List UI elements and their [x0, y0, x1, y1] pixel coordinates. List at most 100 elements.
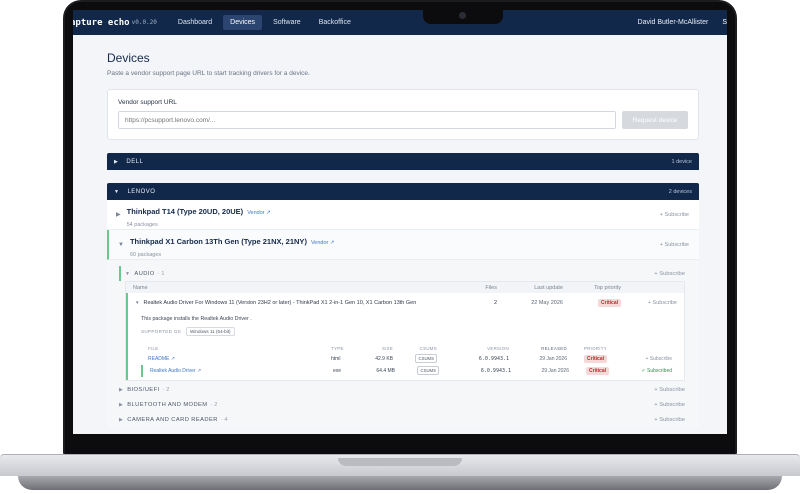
category-name: BIOS/UEFI [127, 386, 160, 393]
chevron-right-icon: ▶ [119, 401, 124, 408]
category-count: · 1 [157, 270, 165, 277]
file-row: README ↗ html 42.9 KB CSUMS 6.0.9943.1 2… [141, 353, 672, 365]
chevron-down-icon: ▼ [114, 188, 120, 195]
chevron-down-icon: ▼ [125, 270, 131, 277]
subscribe-button[interactable]: + Subscribe [660, 242, 689, 248]
chevron-right-icon: ▶ [114, 158, 119, 165]
category-bios-uefi[interactable]: ▶ BIOS/UEFI · 2 + Subscribe [119, 382, 685, 397]
file-link[interactable]: README ↗ [141, 356, 331, 362]
user-menu-fragment[interactable]: S [722, 19, 727, 26]
vendor-link[interactable]: Vendor ↗ [247, 210, 271, 216]
category-name: AUDIO [134, 270, 155, 277]
file-table-header: FILE TYPE SIZE CSUMS VERSION RELEASED PR… [141, 344, 672, 353]
file-size: 42.9 KB [375, 356, 393, 362]
file-header-size: SIZE [382, 346, 393, 351]
file-size: 64.4 MB [376, 368, 395, 374]
file-version: 6.0.9943.1 [478, 356, 509, 362]
package-count: 60 packages [129, 252, 162, 258]
header-files[interactable]: Files [467, 285, 497, 291]
subscribe-button[interactable]: + Subscribe [654, 402, 685, 408]
model-name: Thinkpad X1 Carbon 13Th Gen (Type 21NX, … [129, 237, 307, 246]
subscribe-button[interactable]: + Subscribe [607, 356, 672, 362]
nav-dashboard[interactable]: Dashboard [171, 15, 219, 30]
checksums-button[interactable]: CSUMS [417, 366, 439, 375]
package-count: 54 packages [126, 222, 158, 228]
chevron-right-icon: ▶ [116, 212, 121, 218]
chevron-down-icon: ▼ [135, 300, 140, 305]
vendor-group-dell[interactable]: ▶ DELL 1 device [107, 153, 699, 170]
category-name: CAMERA AND CARD READER [127, 416, 218, 423]
checksums-button[interactable]: CSUMS [415, 354, 437, 363]
file-row: Realtek Audio Driver ↗ exe 64.4 MB CSUMS… [141, 365, 672, 377]
chevron-right-icon: ▶ [119, 386, 124, 393]
chevron-down-icon: ▼ [118, 241, 124, 248]
laptop-base-bottom [18, 476, 782, 490]
category-count: · 4 [220, 416, 228, 423]
vendor-device-count: 2 devices [668, 188, 692, 195]
request-device-button[interactable]: Request device [622, 111, 688, 129]
camera-icon [459, 12, 466, 19]
header-last-update[interactable]: Last update [497, 285, 563, 291]
package-row[interactable]: ▼ Realtek Audio Driver For Windows 11 (V… [126, 293, 684, 312]
subscribe-button[interactable]: + Subscribe [654, 417, 685, 423]
top-navigation: apture echo v0.0.20 Dashboard Devices So… [73, 10, 727, 35]
category-name: BLUETOOTH AND MODEM [127, 401, 208, 408]
nav-software[interactable]: Software [266, 15, 308, 30]
supported-os: SUPPORTED OS Windows 11 (64-bit) [141, 327, 672, 336]
vendor-group-lenovo[interactable]: ▼ LENOVO 2 devices [107, 183, 699, 200]
subscribe-button[interactable]: + Subscribe [654, 387, 685, 393]
package-name: Realtek Audio Driver For Windows 11 (Ver… [143, 299, 417, 306]
file-header-released: RELEASED [541, 346, 567, 351]
header-priority[interactable]: Top priority [563, 285, 621, 291]
vendor-name: LENOVO [127, 188, 156, 195]
file-released: 29 Jan 2026 [541, 368, 569, 374]
main-content: Devices Paste a vendor support page URL … [73, 35, 727, 427]
category-count: · 2 [162, 386, 170, 393]
vendor-name: DELL [126, 158, 144, 165]
file-version: 6.0.9943.1 [480, 368, 511, 374]
file-type: exe [333, 368, 342, 374]
app-version: v0.0.20 [131, 19, 157, 26]
laptop-base-top [0, 454, 800, 476]
camera-notch [423, 10, 503, 24]
subscribe-button[interactable]: + Subscribe [654, 271, 685, 277]
file-header-csums: CSUMS [419, 346, 437, 351]
nav-backoffice[interactable]: Backoffice [312, 15, 358, 30]
priority-badge: Critical [598, 298, 621, 307]
package-table-header: Name Files Last update Top priority [126, 282, 684, 293]
vendor-url-label: Vendor support URL [118, 99, 177, 106]
file-link[interactable]: Realtek Audio Driver ↗ [143, 368, 333, 374]
model-name: Thinkpad T14 (Type 20UD, 20UE) [126, 207, 244, 216]
category-list: ▶ BIOS/UEFI · 2 + Subscribe ▶ BLUETOOTH … [119, 381, 685, 427]
category-count: · 2 [210, 401, 218, 408]
screen: apture echo v0.0.20 Dashboard Devices So… [73, 10, 727, 434]
os-chip: Windows 11 (64-bit) [186, 327, 235, 336]
user-name[interactable]: David Butler-McAllister [638, 19, 709, 26]
nav-devices[interactable]: Devices [223, 15, 263, 30]
file-header-priority: PRIORITY [583, 346, 607, 351]
package-last-update: 22 May 2026 [531, 299, 563, 306]
header-name[interactable]: Name [133, 285, 467, 291]
category-camera-card-reader[interactable]: ▶ CAMERA AND CARD READER · 4 + Subscribe [119, 412, 685, 427]
vendor-url-input[interactable] [118, 111, 616, 129]
laptop-base-notch [338, 458, 462, 466]
package-table: Name Files Last update Top priority ▼ Re… [125, 281, 685, 381]
vendor-url-card: Vendor support URL Request device [107, 89, 699, 140]
priority-badge: Critical [584, 355, 607, 363]
file-header-version: VERSION [487, 346, 509, 351]
app-brand[interactable]: apture echo [73, 18, 130, 28]
model-row[interactable]: ▶ Thinkpad T14 (Type 20UD, 20UE) Vendor ↗… [107, 200, 699, 230]
subscribe-button[interactable]: + Subscribe [621, 300, 677, 306]
package-file-count: 2 [493, 299, 497, 306]
vendor-device-count: 1 device [671, 158, 693, 165]
file-header-file: FILE [148, 346, 159, 351]
page-title: Devices [107, 51, 150, 65]
subscribed-toggle[interactable]: ✓ Subscribed [609, 368, 672, 374]
vendor-link[interactable]: Vendor ↗ [311, 240, 335, 246]
laptop-base [0, 454, 800, 494]
category-bluetooth-modem[interactable]: ▶ BLUETOOTH AND MODEM · 2 + Subscribe [119, 397, 685, 412]
model-row-expanded[interactable]: ▼ Thinkpad X1 Carbon 13Th Gen (Type 21NX… [107, 230, 699, 260]
subscribe-button[interactable]: + Subscribe [660, 212, 689, 218]
category-audio[interactable]: ▼ AUDIO · 1 + Subscribe [119, 266, 685, 281]
file-released: 29 Jan 2026 [539, 356, 567, 362]
